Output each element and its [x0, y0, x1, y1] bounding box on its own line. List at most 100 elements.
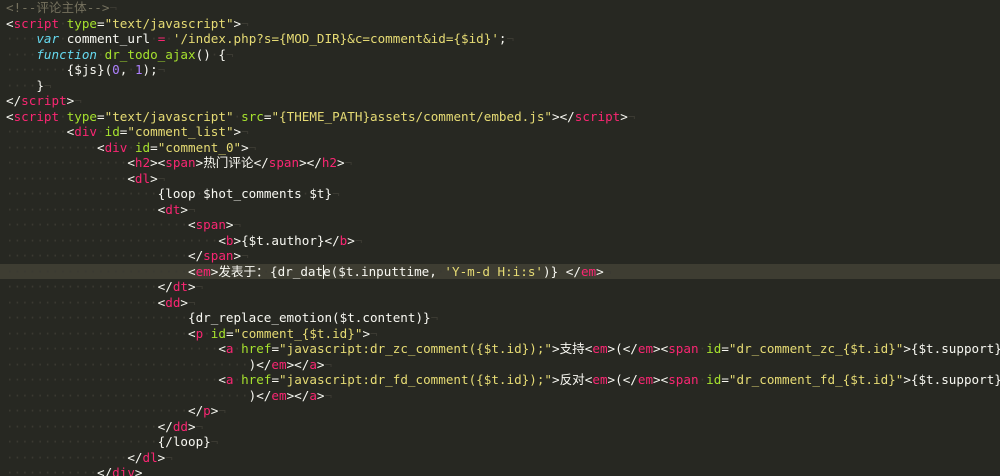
code-token: > [180, 294, 189, 310]
code-token: 1 [134, 62, 143, 77]
code-line[interactable]: ························</p>¬ [0, 403, 1000, 419]
code-token: "javascript:dr_zc_comment({$t.id});" [279, 341, 552, 356]
code-editor[interactable]: <!--评论主体-->¬ <script·type="text/javascrip… [0, 0, 1000, 476]
code-line[interactable]: ····················</dd>¬ [0, 419, 1000, 435]
code-token: ¬ [165, 449, 173, 465]
code-token: $hot_comments [203, 186, 302, 201]
code-token: ¬ [188, 201, 196, 217]
code-token: id [104, 124, 120, 139]
code-line[interactable]: <script·type="text/javascript"·src="{THE… [0, 109, 1000, 125]
code-token: ¬ [225, 46, 234, 62]
code-token: id [210, 325, 226, 341]
code-token: · [97, 124, 105, 139]
code-line[interactable]: ····function·dr_todo_ajax()·{¬ [0, 47, 1000, 63]
code-token: ···················· [6, 294, 158, 310]
code-token: < [218, 372, 226, 387]
code-line[interactable]: ············</div> [0, 465, 1000, 476]
code-token: ¬ [603, 263, 612, 279]
code-token: ¬ [332, 186, 340, 201]
code-token: ···················· [6, 186, 158, 201]
code-token: ¬ [157, 170, 166, 186]
code-line[interactable]: ········<div·id="comment_list">¬ [0, 124, 1000, 140]
code-token: dt [172, 279, 188, 294]
code-line[interactable]: ························<span>¬ [0, 217, 1000, 233]
code-token: h2 [134, 155, 151, 170]
code-token: "dr_comment_fd_{$t.id}" [728, 372, 904, 387]
code-token: </ [97, 465, 113, 476]
code-token: id [706, 372, 722, 387]
code-line[interactable]: ····················{loop·$hot_comments·… [0, 186, 1000, 202]
code-token: '/index.php?s={MOD_DIR}&c=comment&id={$i… [172, 31, 499, 46]
code-line[interactable]: ························<p·id="comment_{… [0, 326, 1000, 342]
code-token: comment_url [66, 31, 151, 46]
code-token: · [127, 139, 135, 155]
code-line[interactable]: ····················<dt>¬ [0, 202, 1000, 218]
code-line[interactable]: ························<em>发表于：·{dr_dat… [0, 263, 1000, 279]
code-line[interactable]: <!--评论主体-->¬ [0, 0, 1000, 16]
code-token: ¬ [241, 124, 249, 139]
code-token: ················ [6, 155, 128, 170]
code-token: span [195, 217, 226, 232]
code-line[interactable]: ························{dr_replace_emot… [0, 310, 1000, 326]
code-token: ························ [6, 403, 188, 418]
code-token: · [233, 341, 242, 356]
code-token: {dr_dat [270, 263, 324, 279]
code-token: div [74, 124, 98, 139]
code-token: ¬ [157, 62, 166, 77]
code-line[interactable]: ································)</em></… [0, 388, 1000, 404]
code-token: · [59, 108, 67, 124]
code-token: ························ [6, 310, 188, 325]
code-token: ¬ [218, 403, 226, 418]
code-line[interactable]: ····}¬ [0, 78, 1000, 94]
code-token: = [97, 15, 105, 31]
code-token: $t} [309, 186, 333, 201]
code-line[interactable]: ····························<a·href="jav… [0, 341, 1000, 357]
code-token: > [233, 15, 242, 31]
code-line[interactable]: ····················<dd>¬ [0, 295, 1000, 311]
code-token: >< [150, 155, 166, 170]
code-token: em [580, 263, 597, 279]
code-token: <!--评论主体--> [6, 0, 110, 15]
code-line[interactable]: ················</dl>¬ [0, 450, 1000, 466]
code-line[interactable]: ························</span>¬ [0, 248, 1000, 264]
code-token: ¬ [74, 93, 82, 108]
code-line[interactable]: </script>¬ [0, 93, 1000, 109]
code-token: >发表于： [210, 263, 263, 279]
code-token: ···················· [6, 279, 158, 294]
code-line[interactable]: ················<h2><span>热门评论</span></h… [0, 155, 1000, 171]
code-token: </ [187, 248, 204, 263]
code-token: ¬ [210, 434, 219, 449]
code-token: > [337, 155, 345, 170]
code-line[interactable]: ····················</dt>¬ [0, 279, 1000, 295]
code-token: href [241, 341, 272, 356]
code-token: "text/javascript" [104, 108, 234, 124]
code-token: · [97, 46, 105, 62]
code-token: div [112, 465, 135, 476]
code-line[interactable]: <script·type="text/javascript">¬ [0, 16, 1000, 32]
code-token: </ [187, 403, 204, 418]
code-line[interactable]: ····························<a·href="jav… [0, 372, 1000, 388]
code-token: ¬ [109, 0, 118, 15]
code-token: · [127, 62, 135, 77]
code-token: >< [653, 341, 669, 356]
code-line[interactable]: ················<dl>¬ [0, 171, 1000, 187]
code-line[interactable]: ································)</em></… [0, 357, 1000, 373]
code-token: ···························· [6, 232, 219, 248]
code-token: src [241, 108, 264, 124]
code-token: </ [157, 279, 173, 294]
code-token: < [187, 217, 196, 232]
code-token: ········ [6, 124, 67, 139]
code-token: ···················· [6, 201, 158, 217]
code-token: >反对< [552, 372, 593, 387]
code-token: dd [165, 294, 181, 310]
code-line[interactable]: ····························<b>{$t.autho… [0, 233, 1000, 249]
code-token: ························ [6, 217, 188, 232]
code-line[interactable]: ····················{/loop}¬ [0, 434, 1000, 450]
code-token: ></ [552, 108, 575, 124]
code-line[interactable]: ············<div·id="comment_0">¬ [0, 140, 1000, 156]
code-token: >(</ [607, 341, 638, 356]
code-token: < [127, 170, 135, 186]
code-line[interactable]: ····var·comment_url·=·'/index.php?s={MOD… [0, 31, 1000, 47]
code-line[interactable]: ········{$js}(0,·1);¬ [0, 62, 1000, 78]
code-token: dl [134, 170, 151, 186]
